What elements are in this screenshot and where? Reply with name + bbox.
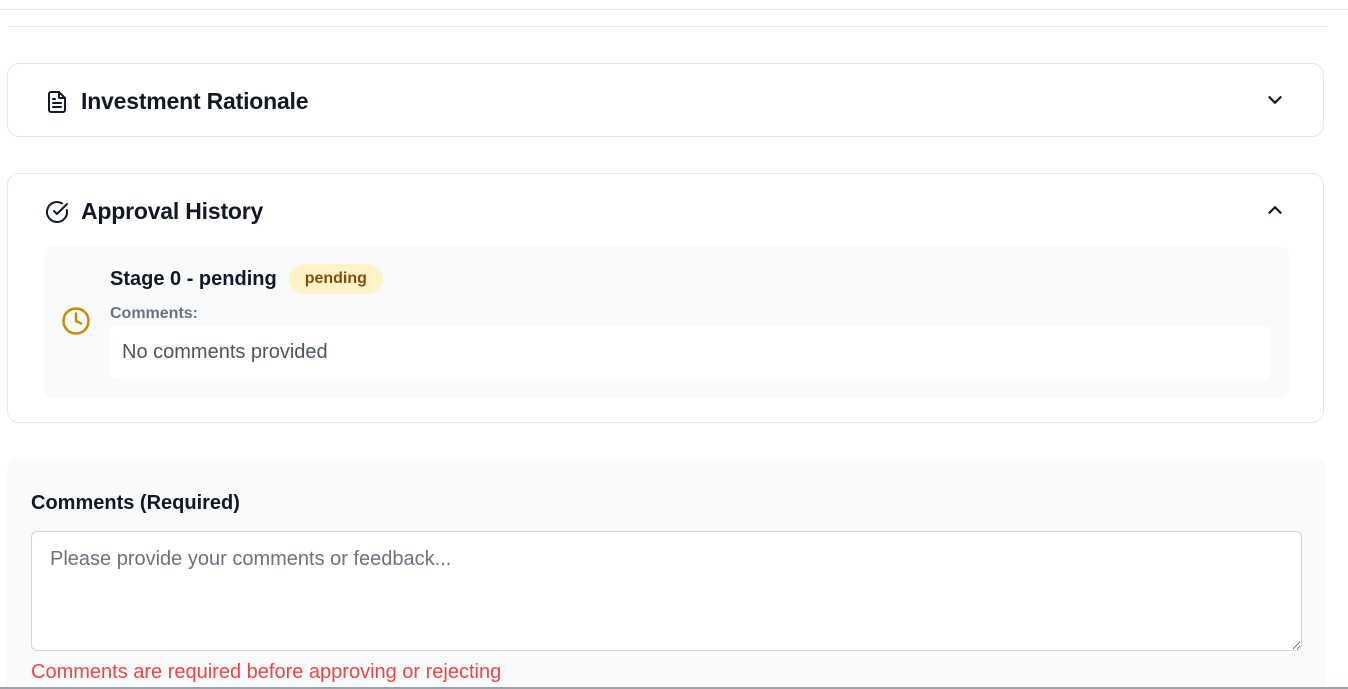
chevron-down-icon[interactable] <box>1264 89 1286 111</box>
comments-form: Comments (Required) Comments are require… <box>7 459 1326 689</box>
approval-history-title: Approval History <box>81 198 264 224</box>
approval-page: Investment Rationale Approval History St… <box>0 0 1348 689</box>
document-icon <box>45 90 69 114</box>
approval-history-card: Approval History Stage 0 - pending pendi… <box>7 173 1324 423</box>
investment-rationale-card: Investment Rationale <box>7 63 1324 137</box>
comments-label: Comments (Required) <box>31 492 240 514</box>
clock-icon <box>61 306 91 336</box>
chevron-up-icon[interactable] <box>1264 199 1286 221</box>
stage-header: Stage 0 - pending pending <box>110 264 383 294</box>
status-badge: pending <box>288 264 383 294</box>
approval-history-header[interactable]: Approval History <box>45 198 263 225</box>
stage-title: Stage 0 - pending <box>110 267 277 290</box>
investment-rationale-header[interactable]: Investment Rationale <box>45 88 309 115</box>
stage-comment-text: No comments provided <box>110 326 1271 379</box>
comments-textarea[interactable] <box>31 531 1302 651</box>
approval-stage-item: Stage 0 - pending pending Comments: No c… <box>44 246 1289 398</box>
stage-comments-label: Comments: <box>110 305 199 322</box>
investment-rationale-title: Investment Rationale <box>81 88 309 114</box>
section-divider <box>8 26 1328 27</box>
top-border <box>0 9 1348 10</box>
comments-error-message: Comments are required before approving o… <box>31 661 502 683</box>
check-circle-icon <box>45 200 69 224</box>
